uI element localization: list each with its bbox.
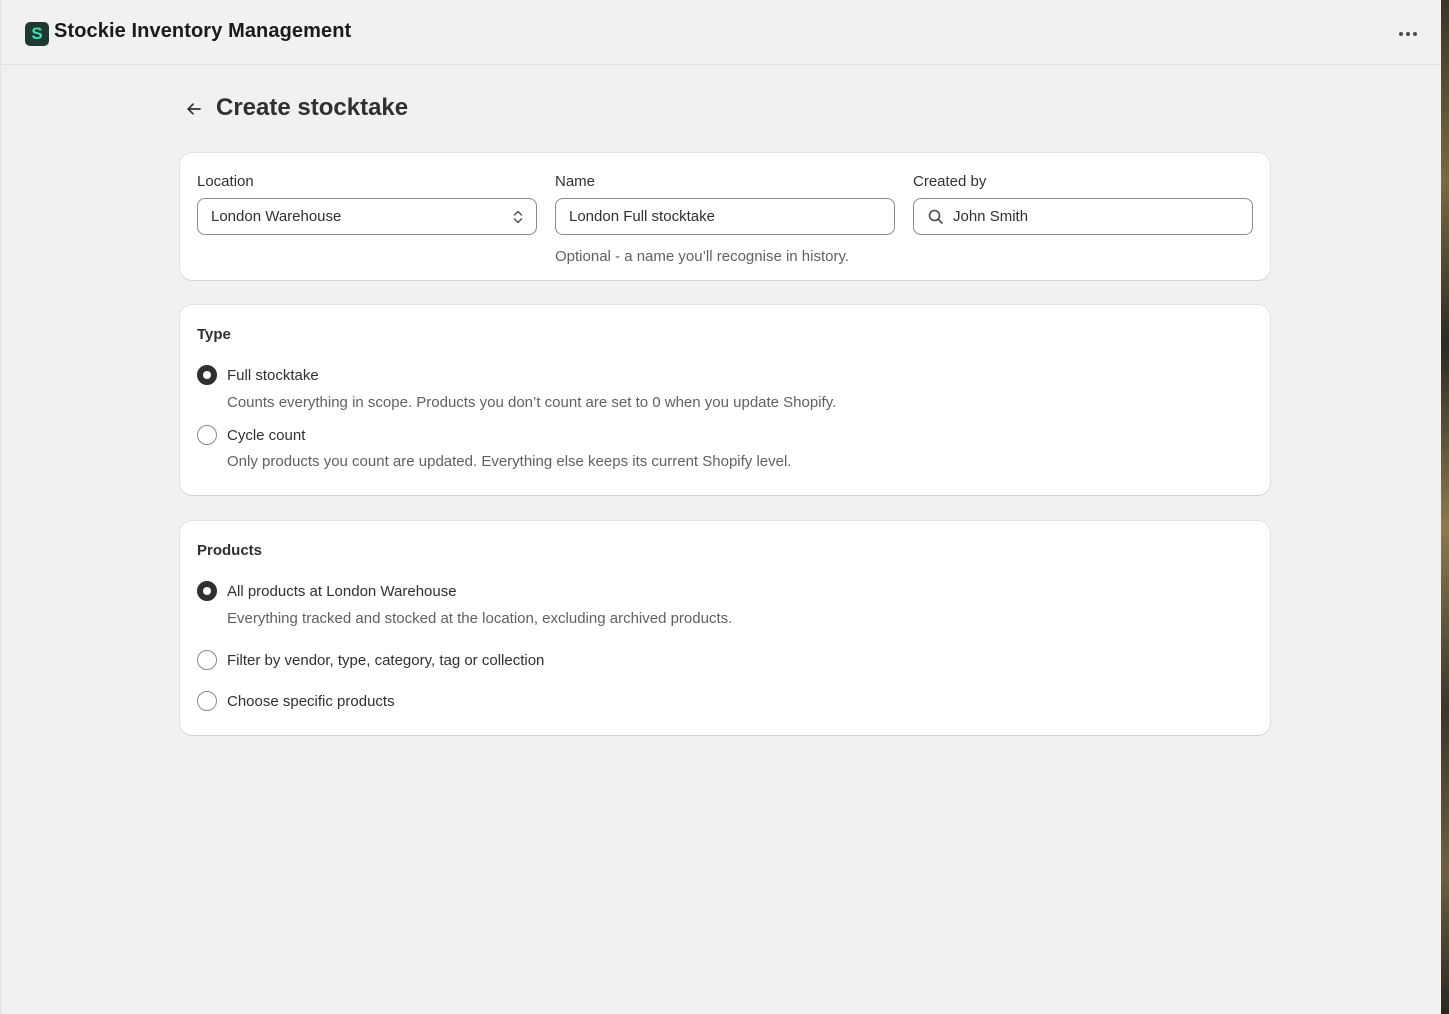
back-button[interactable]: [181, 96, 207, 122]
details-card: Location London Warehouse Name Optional …: [180, 153, 1270, 280]
name-label: Name: [555, 173, 596, 190]
more-dot-icon: [1413, 32, 1417, 36]
products-option-label: All products at London Warehouse: [227, 582, 457, 600]
type-option-label: Full stocktake: [227, 366, 319, 384]
page-title: Create stocktake: [216, 94, 409, 121]
more-dot-icon: [1399, 32, 1403, 36]
created-by-label: Created by: [913, 173, 987, 190]
app-logo-icon: S: [25, 22, 49, 46]
location-select[interactable]: London Warehouse: [197, 198, 537, 235]
radio-unchecked-icon[interactable]: [197, 650, 217, 670]
select-chevron-icon: [513, 210, 523, 224]
products-card: Products All products at London Warehous…: [180, 521, 1270, 735]
location-field: Location London Warehouse: [197, 173, 537, 235]
products-option-label: Choose specific products: [227, 692, 395, 710]
radio-checked-icon[interactable]: [197, 581, 217, 601]
more-actions-button[interactable]: [1391, 22, 1425, 46]
products-option-label: Filter by vendor, type, category, tag or…: [227, 651, 545, 669]
products-heading: Products: [197, 542, 263, 559]
radio-unchecked-icon[interactable]: [197, 425, 217, 445]
created-by-search-input[interactable]: John Smith: [913, 198, 1253, 235]
location-label: Location: [197, 173, 254, 190]
app-window: S Stockie Inventory Management Create st…: [0, 0, 1442, 1014]
type-card: Type Full stocktake Counts everything in…: [180, 305, 1270, 495]
products-option-all[interactable]: All products at London Warehouse: [197, 581, 457, 601]
type-option-description: Only products you count are updated. Eve…: [227, 453, 792, 470]
app-logo-letter: S: [31, 24, 43, 43]
name-field: Name Optional - a name you’ll recognise …: [555, 173, 895, 265]
type-option-cycle-count[interactable]: Cycle count: [197, 425, 305, 445]
products-option-description: Everything tracked and stocked at the lo…: [227, 610, 733, 627]
products-option-filter[interactable]: Filter by vendor, type, category, tag or…: [197, 650, 544, 670]
arrow-left-icon: [187, 103, 201, 115]
created-by-field: Created by John Smith: [913, 173, 1253, 235]
desktop-background-edge: [1441, 0, 1449, 1014]
name-help-text: Optional - a name you’ll recognise in hi…: [555, 248, 850, 265]
type-option-description: Counts everything in scope. Products you…: [227, 394, 837, 411]
radio-checked-icon[interactable]: [197, 365, 217, 385]
type-option-label: Cycle count: [227, 426, 306, 444]
type-heading: Type: [197, 326, 231, 343]
radio-unchecked-icon[interactable]: [197, 691, 217, 711]
products-option-specific[interactable]: Choose specific products: [197, 691, 395, 711]
app-titlebar: S Stockie Inventory Management: [1, 0, 1442, 65]
name-input[interactable]: [555, 198, 895, 235]
app-title: Stockie Inventory Management: [54, 20, 352, 42]
type-option-full-stocktake[interactable]: Full stocktake: [197, 365, 319, 385]
created-by-value: John Smith: [953, 208, 1029, 225]
location-selected-value: London Warehouse: [211, 208, 342, 225]
search-icon: [928, 209, 943, 224]
more-dot-icon: [1406, 32, 1410, 36]
